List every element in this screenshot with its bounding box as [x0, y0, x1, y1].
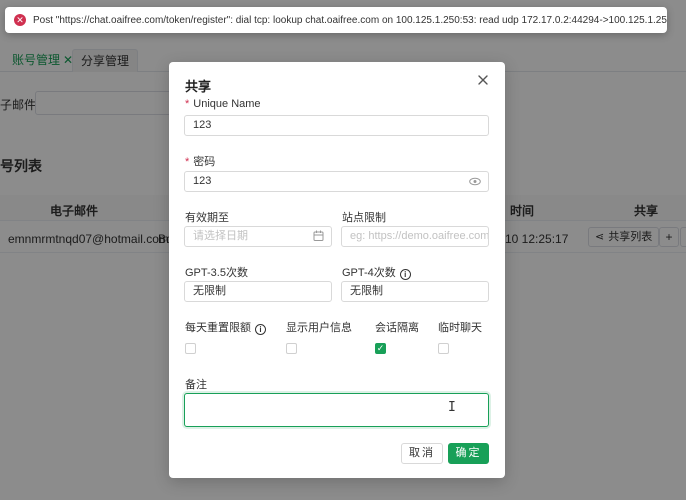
daily-reset-checkbox[interactable]: [185, 343, 196, 354]
password-label-text: 密码: [193, 156, 216, 168]
share-dialog: 共享 * Unique Name 123 * 密码 123 有效期至 站点限制 请选…: [169, 62, 505, 478]
required-mark: *: [185, 156, 190, 168]
error-icon: ✕: [14, 14, 26, 26]
dialog-title: 共享: [185, 79, 212, 94]
unique-name-label-text: Unique Name: [193, 98, 261, 110]
notes-textarea[interactable]: [184, 393, 489, 427]
info-icon[interactable]: i: [255, 324, 266, 335]
cancel-button[interactable]: 取消: [401, 443, 443, 464]
error-toast: ✕ Post "https://chat.oaifree.com/token/r…: [5, 7, 667, 33]
gpt4-label-text: GPT-4次数: [342, 267, 396, 279]
gpt4-label: GPT-4次数 i: [342, 264, 411, 280]
expiry-date-picker[interactable]: 请选择日期: [184, 226, 332, 247]
password-input[interactable]: 123: [184, 171, 489, 192]
gpt4-limit-input[interactable]: 无限制: [341, 281, 489, 302]
session-isolation-label: 会话隔离: [375, 322, 419, 334]
session-isolation-checkbox[interactable]: ✓: [375, 343, 386, 354]
error-message: Post "https://chat.oaifree.com/token/reg…: [33, 14, 667, 26]
temp-chat-label: 临时聊天: [438, 322, 482, 334]
gpt35-label: GPT-3.5次数: [185, 267, 248, 279]
daily-reset-label: 每天重置限额 i: [185, 319, 266, 335]
confirm-button[interactable]: 确定: [448, 443, 489, 464]
unique-name-label: * Unique Name: [185, 98, 261, 110]
calendar-icon: [313, 227, 324, 246]
gpt35-limit-input[interactable]: 无限制: [184, 281, 332, 302]
text-cursor-icon: I: [448, 400, 456, 415]
info-icon[interactable]: i: [399, 269, 411, 280]
password-label: * 密码: [185, 153, 215, 169]
check-icon: ✓: [376, 343, 385, 353]
expiry-label: 有效期至: [185, 212, 229, 224]
password-value: 123: [193, 175, 212, 187]
temp-chat-checkbox[interactable]: [438, 343, 449, 354]
unique-name-input[interactable]: 123: [184, 115, 489, 136]
close-icon[interactable]: [475, 72, 491, 88]
required-mark: *: [185, 98, 190, 110]
daily-reset-label-text: 每天重置限额: [185, 322, 251, 334]
site-limit-label: 站点限制: [342, 212, 386, 224]
show-user-info-checkbox[interactable]: [286, 343, 297, 354]
notes-label: 备注: [185, 379, 207, 391]
site-limit-input[interactable]: eg: https://demo.oaifree.com: [341, 226, 489, 247]
eye-icon[interactable]: [469, 172, 481, 191]
show-user-info-label: 显示用户信息: [286, 322, 352, 334]
expiry-placeholder: 请选择日期: [193, 230, 248, 242]
